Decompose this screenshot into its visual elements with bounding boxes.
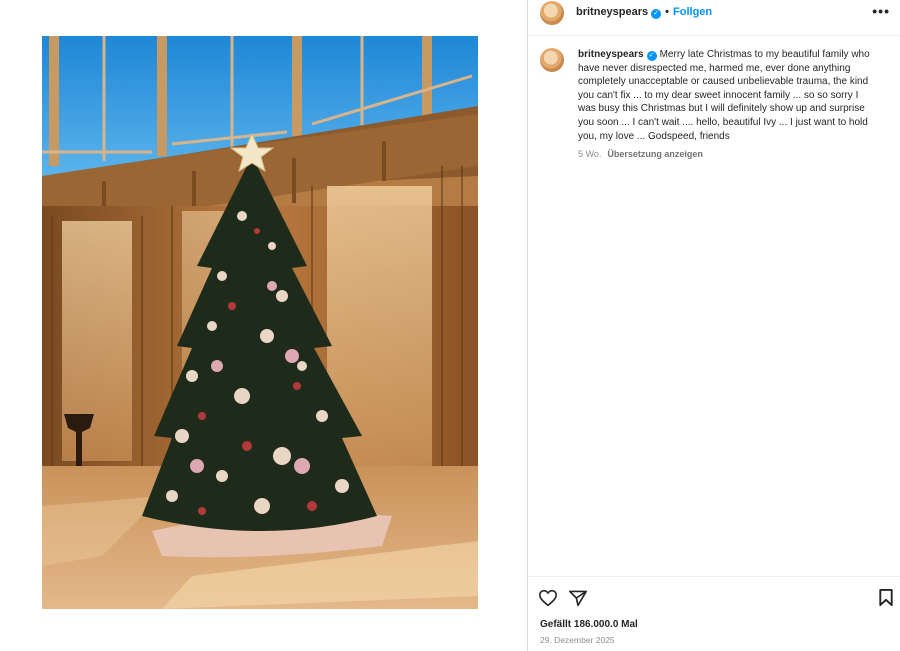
username-link[interactable]: britneyspears [576, 6, 648, 18]
caption-username-link[interactable]: britneyspears [578, 49, 644, 60]
post-header: britneyspears ✓ • Follgen ••• [528, 0, 900, 36]
separator-dot: • [665, 6, 670, 18]
christmas-tree-photo [42, 36, 478, 609]
post-age[interactable]: 5 Wo. [578, 149, 601, 159]
post-side-panel: britneyspears ✓ • Follgen ••• britneyspears… [528, 0, 900, 651]
post-actions: Gefällt 186.000.0 Mal 29. Dezember 2025 [528, 576, 900, 651]
caption-meta: 5 Wo. Übersetzung anzeigen [578, 149, 703, 159]
caption: britneyspears ✓ Merry late Christmas to my… [578, 48, 878, 143]
post-photo[interactable] [42, 36, 478, 609]
bookmark-icon[interactable] [878, 588, 894, 607]
avatar[interactable] [540, 1, 564, 25]
caption-avatar[interactable] [540, 48, 564, 72]
caption-text: Merry late Christmas to my beautiful fam… [578, 49, 870, 142]
post-date: 29. Dezember 2025 [540, 635, 615, 645]
more-options-icon[interactable]: ••• [872, 3, 890, 19]
header-user-row: britneyspears ✓ • Follgen [576, 6, 712, 19]
translate-button[interactable]: Übersetzung anzeigen [607, 149, 703, 159]
media-pane [0, 0, 527, 651]
follow-button[interactable]: Follgen [673, 6, 712, 18]
verified-badge-icon: ✓ [651, 9, 662, 19]
share-icon[interactable] [568, 589, 588, 607]
verified-badge-icon: ✓ [646, 51, 657, 61]
likes-count[interactable]: Gefällt 186.000.0 Mal [540, 619, 638, 630]
heart-icon[interactable] [538, 589, 558, 607]
